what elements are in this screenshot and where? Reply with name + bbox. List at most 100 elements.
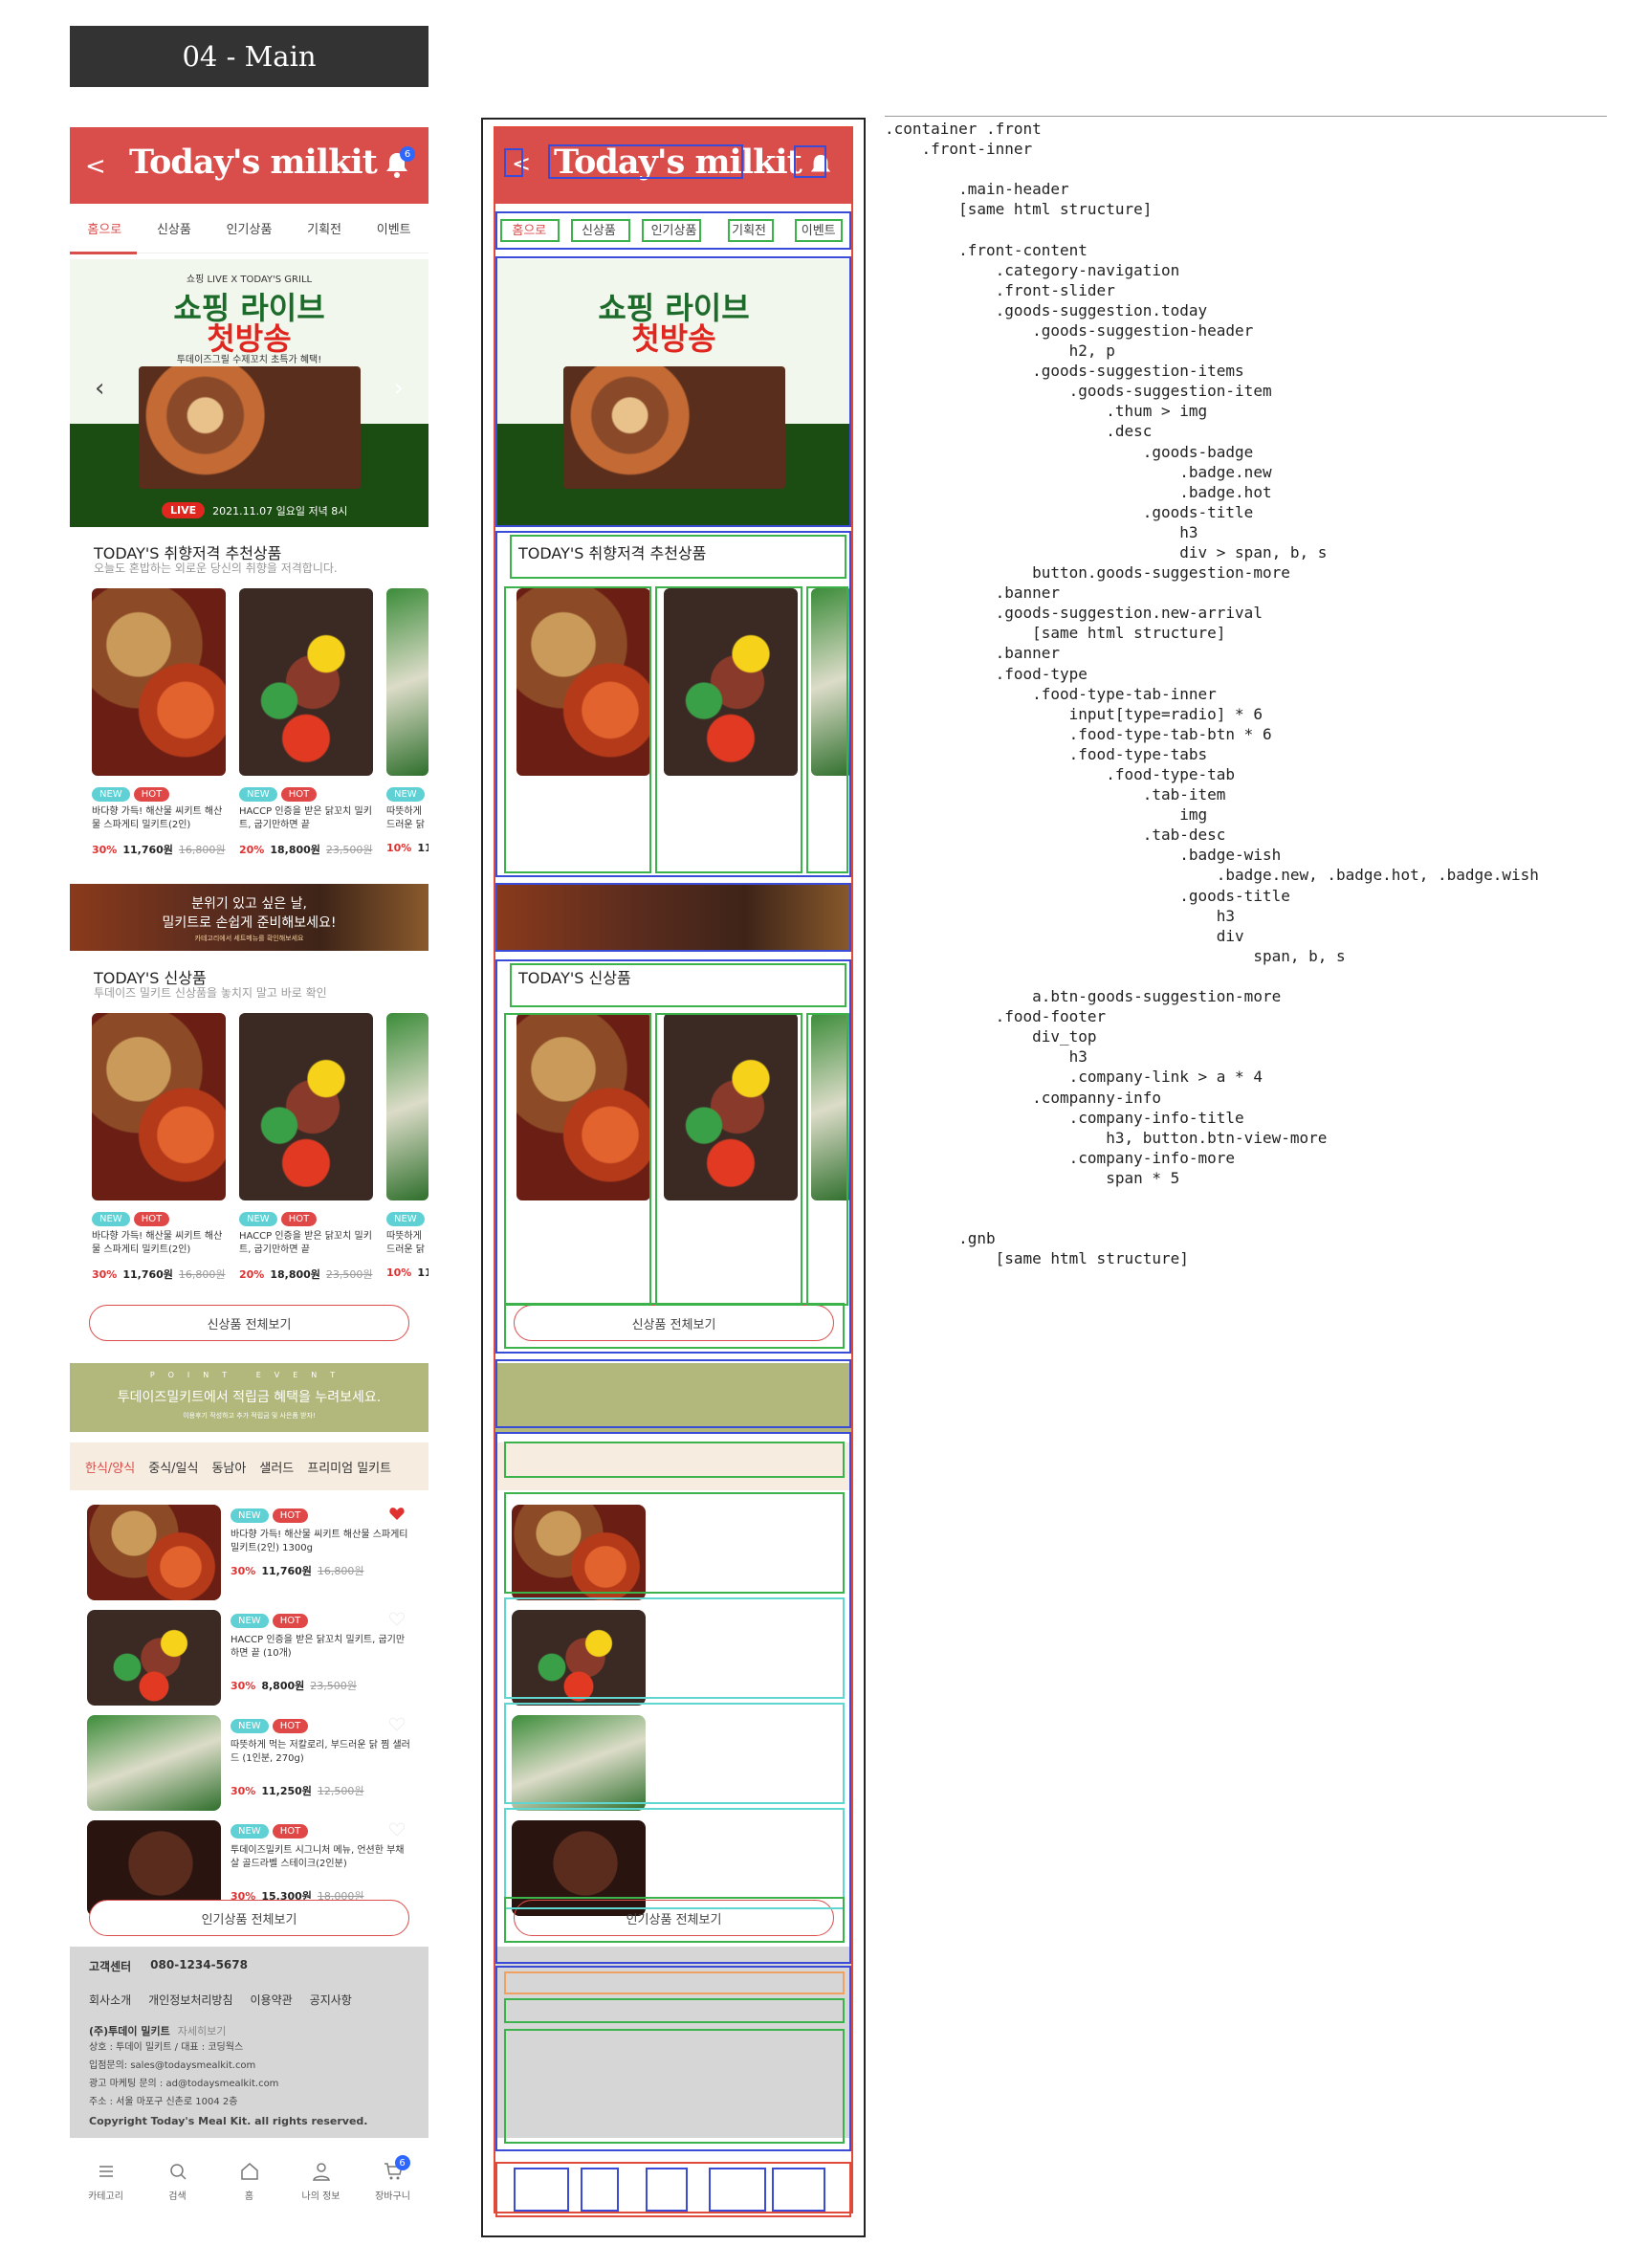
gnb-search[interactable]: 검색	[149, 2161, 207, 2202]
product-thumbnail[interactable]	[92, 1013, 226, 1200]
banner-line-2: 밀키트로 손쉽게 준비해보세요!	[162, 915, 337, 931]
notification-button[interactable]: 6	[385, 146, 415, 179]
cs-phone[interactable]: 080-1234-5678	[150, 1958, 248, 1974]
food-tab-premium[interactable]: 프리미엄 밀키트	[307, 1458, 391, 1476]
product-thumbnail[interactable]	[239, 588, 373, 776]
goods-suggestion-item[interactable]: NEW HOT HACCP 인증을 받은 닭꼬치 밀키트, 굽기만하면 끝 20%…	[239, 588, 373, 857]
code-line: span * 5	[885, 1168, 1180, 1187]
discount-rate: 20%	[239, 1268, 265, 1281]
sale-price: 8,800원	[261, 1680, 305, 1692]
slider-prev-button[interactable]: ‹	[95, 374, 104, 403]
tab-new[interactable]: 신상품	[157, 219, 191, 237]
point-event-small: 이용후기 작성하고 추가 적립금 및 사은품 받자!	[183, 1412, 316, 1420]
gnb-my-info[interactable]: 나의 정보	[293, 2161, 350, 2202]
outline-tab	[795, 219, 843, 242]
new-badge: NEW	[386, 787, 425, 802]
company-info-line: 입점문의: sales@todaysmealkit.com	[89, 2060, 256, 2071]
outline-gnb-item	[709, 2168, 766, 2212]
product-thumbnail[interactable]	[239, 1013, 373, 1200]
code-line: [same html structure]	[885, 624, 1226, 643]
banner-point-event[interactable]: POINT EVENT 투데이즈밀키트에서 적립금 혜택을 누려보세요. 이용후…	[70, 1363, 428, 1432]
company-link-privacy[interactable]: 개인정보처리방침	[148, 1992, 232, 2008]
product-thumbnail[interactable]	[386, 1013, 428, 1200]
food-type-tab[interactable]: NEW HOT 따뜻하게 먹는 저칼로리, 부드러운 닭 찜 샐러드 (1인분, …	[87, 1715, 412, 1811]
code-line: [same html structure]	[885, 200, 1153, 219]
page-label: 04 - Main	[70, 26, 428, 87]
code-line: .gnb	[885, 1229, 996, 1248]
gnb-cart[interactable]: 6 장바구니	[364, 2155, 422, 2202]
slider-next-button[interactable]: ›	[394, 374, 404, 403]
goods-suggestion-item[interactable]: NEW 따뜻하게 드러운 닭 10% 11	[386, 1013, 428, 1279]
tab-event[interactable]: 이벤트	[377, 219, 411, 237]
company-link-about[interactable]: 회사소개	[89, 1992, 131, 2008]
hot-badge: HOT	[272, 1824, 309, 1839]
code-line: .goods-suggestion.today	[885, 300, 1208, 319]
code-line: .goods-suggestion-items	[885, 362, 1244, 381]
new-arrival-more-button[interactable]: 신상품 전체보기	[89, 1305, 409, 1341]
sale-price: 11,760원	[122, 1268, 173, 1281]
food-tab-southeast-asian[interactable]: 동남아	[211, 1458, 246, 1476]
tab-home[interactable]: 홈으로	[87, 219, 121, 237]
code-line: .badge.new	[885, 462, 1272, 481]
food-tab-salad[interactable]: 샐러드	[259, 1458, 294, 1476]
product-name: 따뜻하게 드러운 닭	[386, 1231, 425, 1255]
food-tab-chinese-japanese[interactable]: 중식/일식	[148, 1458, 198, 1476]
code-line: .desc	[885, 422, 1153, 441]
slider-food-image	[139, 366, 361, 489]
food-type-tab[interactable]: NEW HOT 바다향 가득! 해산물 씨키트 해산물 스파게티 밀키트(2인) …	[87, 1505, 412, 1600]
tab-popular[interactable]: 인기상품	[227, 219, 273, 237]
product-name: HACCP 인증을 받은 닭꼬치 밀키트, 굽기만하면 끝	[239, 806, 372, 830]
code-line: .food-type	[885, 664, 1088, 683]
goods-suggestion-item[interactable]: NEW 따뜻하게 드러운 닭 10% 11	[386, 588, 428, 854]
code-line: .food-footer	[885, 1007, 1107, 1026]
gnb-home[interactable]: 홈	[221, 2161, 278, 2202]
popular-more-button[interactable]: 인기상품 전체보기	[89, 1900, 409, 1936]
new-badge: NEW	[239, 787, 277, 802]
outline-brand	[548, 144, 743, 179]
category-navigation: 홈으로 신상품 인기상품 기획전 이벤트	[70, 204, 428, 253]
wish-heart-icon[interactable]	[389, 1507, 405, 1521]
hot-badge: HOT	[280, 787, 318, 802]
code-line: div > span, b, s	[885, 542, 1328, 561]
goods-suggestion-item[interactable]: NEW HOT 바다향 가득! 해산물 씨키트 해산물 스파게티 밀키트(2인) …	[92, 1013, 226, 1282]
brand-logo[interactable]: Today's milkit	[129, 143, 378, 182]
food-name: HACCP 인증을 받은 닭꼬치 밀키트, 굽기만 하면 끝 (10개)	[231, 1635, 406, 1659]
outline-item	[806, 586, 848, 873]
food-thumbnail[interactable]	[87, 1505, 221, 1600]
product-thumbnail[interactable]	[386, 588, 428, 776]
back-button[interactable]: <	[85, 152, 106, 181]
hot-badge: HOT	[280, 1212, 318, 1226]
code-line: .banner	[885, 584, 1061, 603]
wish-heart-outline-icon[interactable]	[389, 1717, 405, 1731]
food-type-tabs: 한식/양식 중식/일식 동남아 샐러드 프리미엄 밀키트	[70, 1442, 428, 1490]
hot-badge: HOT	[133, 1212, 170, 1226]
code-line: .goods-badge	[885, 442, 1254, 461]
food-thumbnail[interactable]	[87, 1610, 221, 1706]
wish-heart-outline-icon[interactable]	[389, 1822, 405, 1837]
code-line: .front-slider	[885, 280, 1115, 299]
product-thumbnail[interactable]	[92, 588, 226, 776]
goods-suggestion-item[interactable]: NEW HOT HACCP 인증을 받은 닭꼬치 밀키트, 굽기만하면 끝 20%…	[239, 1013, 373, 1282]
sale-price: 11	[417, 842, 428, 854]
wish-heart-outline-icon[interactable]	[389, 1612, 405, 1626]
gnb-category[interactable]: 카테고리	[77, 2161, 135, 2202]
outline-food-item	[504, 1597, 845, 1699]
code-line: .tab-desc	[885, 826, 1226, 845]
view-more-button[interactable]: 자세히보기	[178, 2025, 227, 2037]
code-line: .badge.hot	[885, 482, 1272, 501]
goods-suggestion-item[interactable]: NEW HOT 바다향 가득! 해산물 씨키트 해산물 스파게티 밀키트(2인) …	[92, 588, 226, 857]
company-link-notice[interactable]: 공지사항	[310, 1992, 352, 2008]
front-slider[interactable]: 쇼핑 LIVE X TODAY'S GRILL 쇼핑 라이브 첫방송 투데이즈그…	[70, 259, 428, 527]
banner-mood[interactable]: 분위기 있고 싶은 날, 밀키트로 손쉽게 준비해보세요! 카테고리에서 세트메…	[70, 884, 428, 951]
food-thumbnail[interactable]	[87, 1715, 221, 1811]
live-badge: LIVE	[162, 502, 206, 518]
food-name: 투데이즈밀키트 시그니처 메뉴, 언션한 부채살 골드라벨 스테이크(2인분)	[231, 1845, 405, 1869]
company-link-terms[interactable]: 이용약관	[251, 1992, 293, 2008]
food-type-tab[interactable]: NEW HOT HACCP 인증을 받은 닭꼬치 밀키트, 굽기만 하면 끝 (1…	[87, 1610, 412, 1706]
new-badge: NEW	[92, 787, 130, 802]
food-tab-korean-western[interactable]: 한식/양식	[85, 1458, 135, 1476]
gnb-label: 검색	[168, 2191, 187, 2202]
tab-exhibition[interactable]: 기획전	[307, 219, 341, 237]
